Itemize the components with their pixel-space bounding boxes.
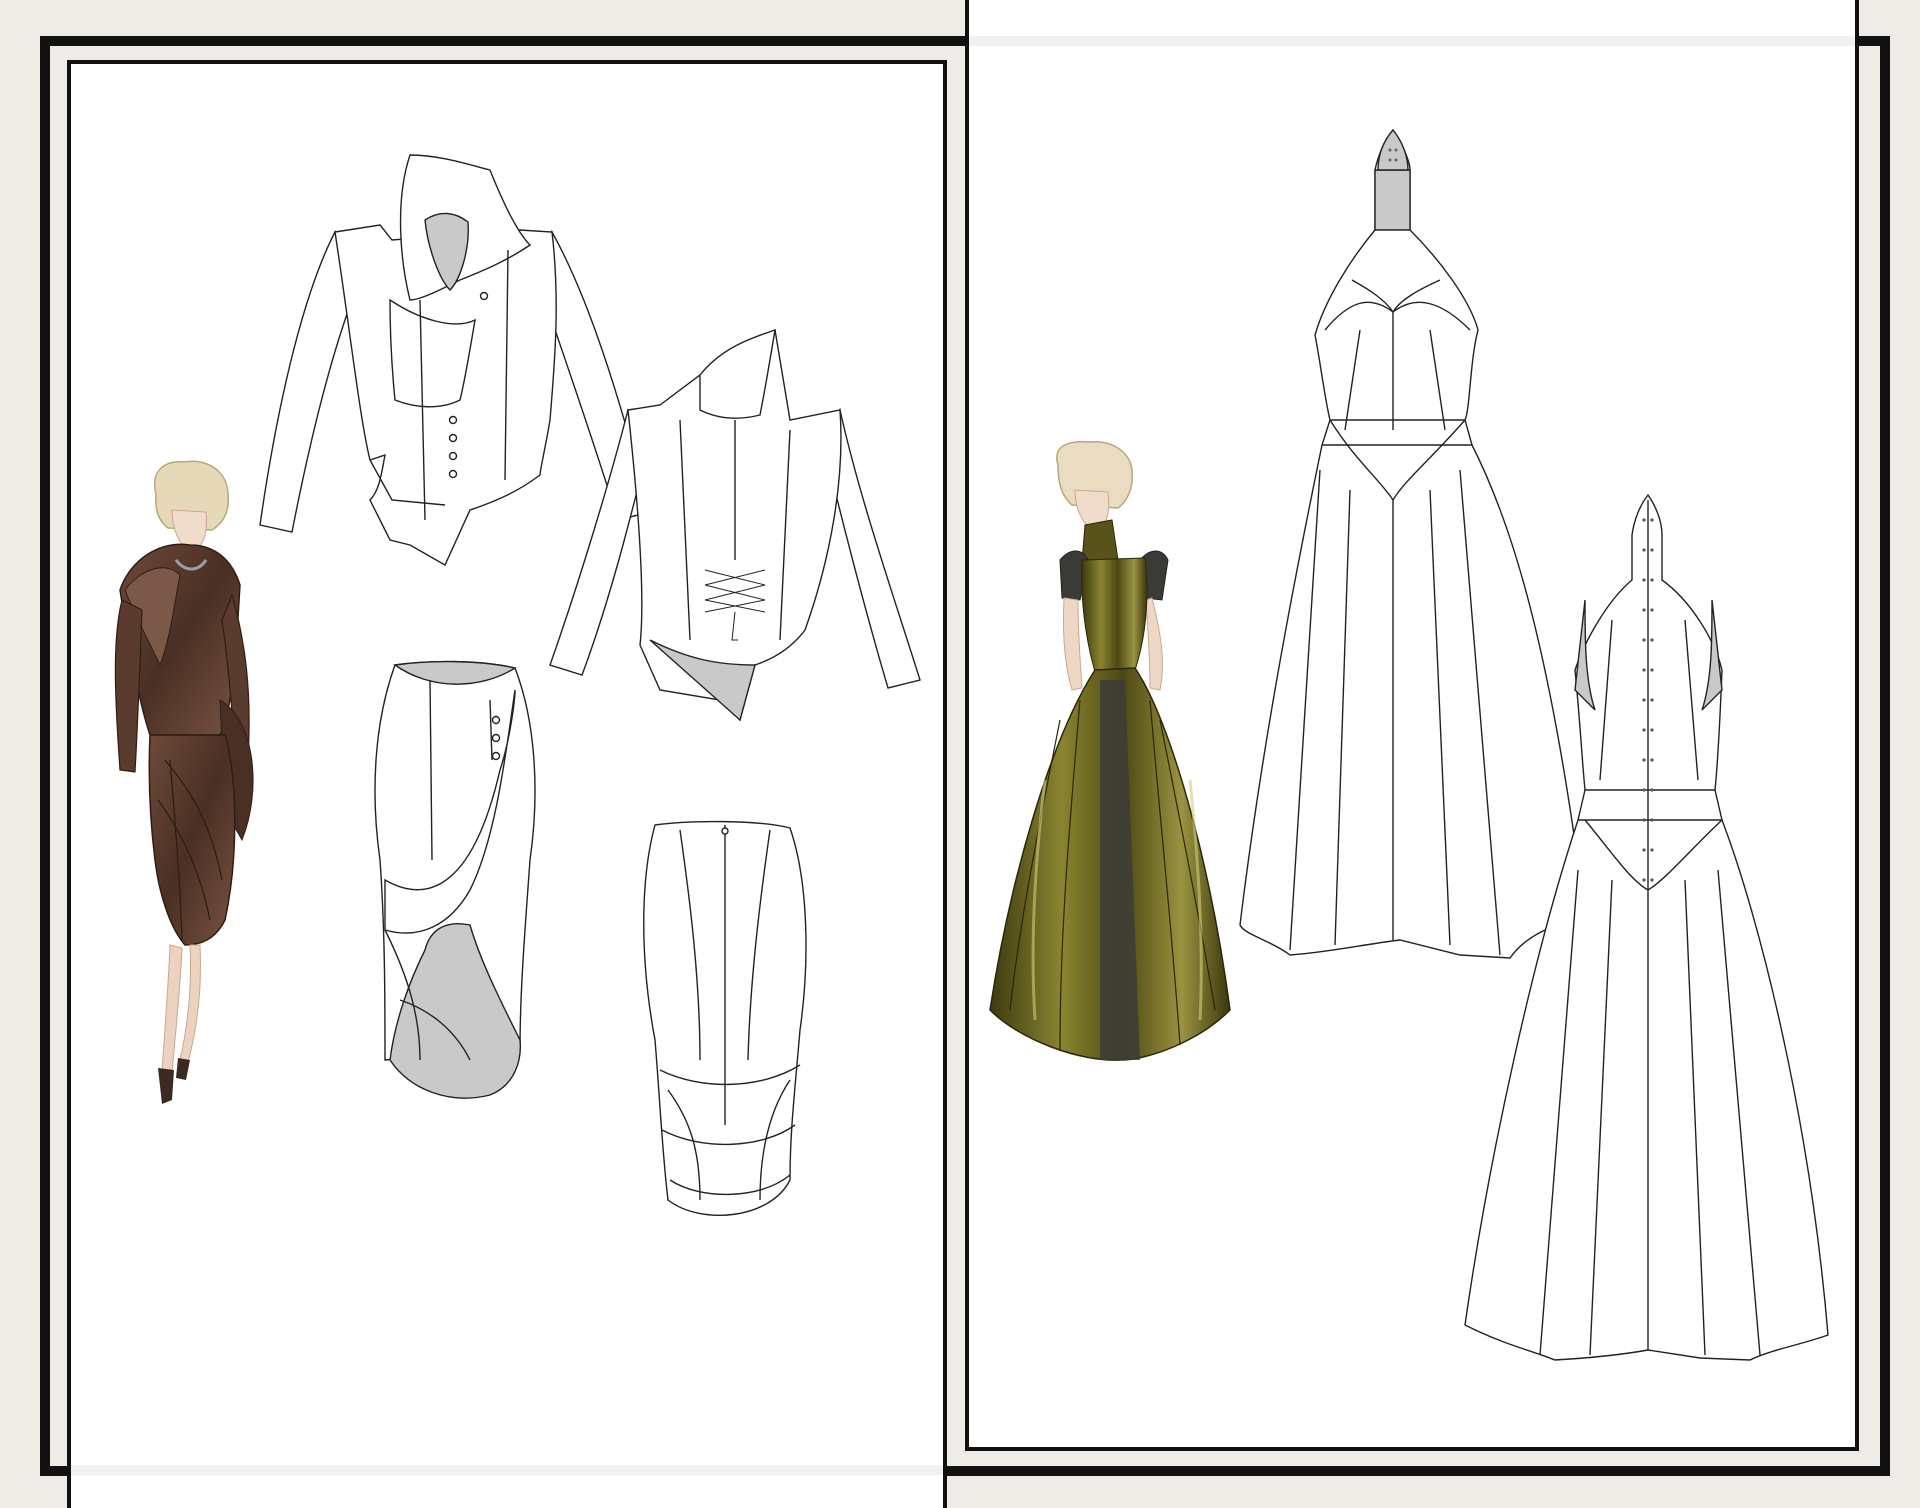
flat-skirt-back bbox=[643, 820, 807, 1216]
figure-olive-gown bbox=[989, 440, 1231, 1061]
flat-jacket-front bbox=[259, 154, 651, 566]
flat-skirt-front bbox=[374, 660, 536, 1099]
sketch-canvas bbox=[114, 128, 1829, 1361]
flat-gown-front bbox=[1239, 128, 1586, 959]
figure-brown-suit bbox=[114, 460, 254, 1104]
